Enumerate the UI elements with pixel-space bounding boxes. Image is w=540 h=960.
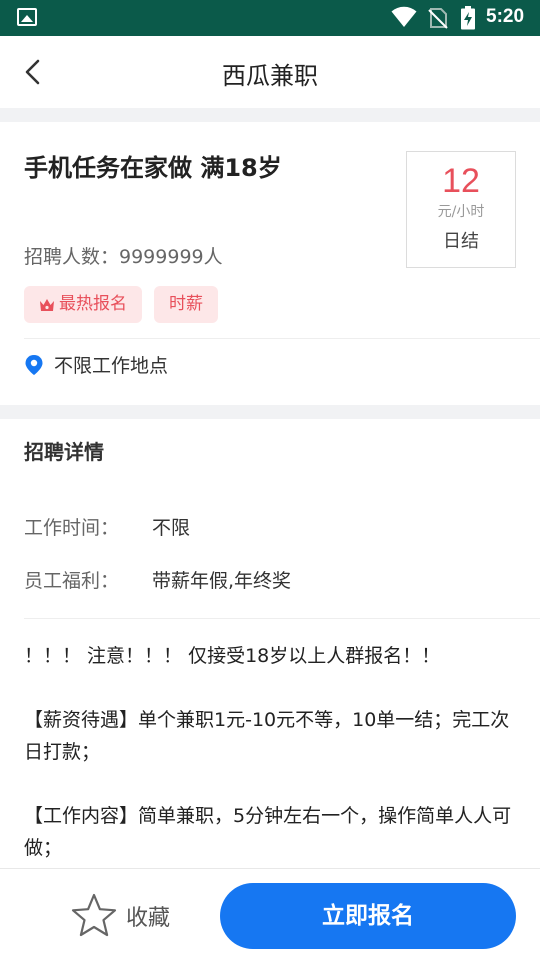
detail-value: 不限 <box>152 517 191 539</box>
description-paragraph: 【工作内容】简单兼职，5分钟左右一个，操作简单人人可做； <box>24 805 512 859</box>
detail-row-benefits: 员工福利： 带薪年假,年终奖 <box>24 566 291 593</box>
battery-charging-icon <box>461 6 475 30</box>
wage-box: 12 元/小时 日结 <box>406 151 516 268</box>
favorite-button[interactable]: 收藏 <box>70 893 170 939</box>
headcount: 招聘人数：9999999人 <box>24 246 223 268</box>
wage-unit: 元/小时 <box>437 204 485 220</box>
detail-label: 员工福利： <box>24 570 120 592</box>
tag-hourly: 时薪 <box>154 286 218 323</box>
app-header: 西瓜兼职 <box>0 36 540 108</box>
divider <box>24 618 540 619</box>
divider <box>24 338 540 339</box>
detail-value: 带薪年假,年终奖 <box>152 570 292 592</box>
details-section-title: 招聘详情 <box>24 440 104 464</box>
apply-button[interactable]: 立即报名 <box>220 883 516 949</box>
location-text: 不限工作地点 <box>54 355 169 377</box>
location-pin-icon <box>25 354 43 375</box>
detail-label: 工作时间： <box>24 517 120 539</box>
crown-icon <box>40 298 54 311</box>
section-gap <box>0 108 540 122</box>
bottom-action-bar: 收藏 立即报名 <box>0 868 540 960</box>
job-title: 手机任务在家做 满18岁 <box>24 154 282 182</box>
page-title: 西瓜兼职 <box>222 62 318 90</box>
wage-amount: 12 <box>442 162 480 200</box>
description-paragraph: 【薪资待遇】单个兼职1元-10元不等，10单一结；完工次日打款； <box>24 709 510 763</box>
job-tags: 最热报名 时薪 <box>24 286 218 323</box>
section-gap <box>0 405 540 419</box>
job-description: ！！！ 注意！！！ 仅接受18岁以上人群报名！！ 【薪资待遇】单个兼职1元-10… <box>24 640 520 896</box>
tag-label: 最热报名 <box>59 294 127 314</box>
favorite-label: 收藏 <box>126 906 171 931</box>
tag-hot: 最热报名 <box>24 286 142 323</box>
no-sim-icon <box>428 8 448 29</box>
settlement-type: 日结 <box>443 231 479 252</box>
status-bar: 5:20 <box>0 0 540 36</box>
status-time: 5:20 <box>486 6 525 27</box>
detail-row-work-time: 工作时间： 不限 <box>24 513 190 540</box>
description-paragraph: ！！！ 注意！！！ 仅接受18岁以上人群报名！！ <box>24 645 441 667</box>
job-location: 不限工作地点 <box>24 351 168 378</box>
tag-label: 时薪 <box>169 294 203 314</box>
star-icon <box>71 893 117 937</box>
gallery-icon <box>17 8 37 26</box>
wifi-icon <box>391 6 417 28</box>
